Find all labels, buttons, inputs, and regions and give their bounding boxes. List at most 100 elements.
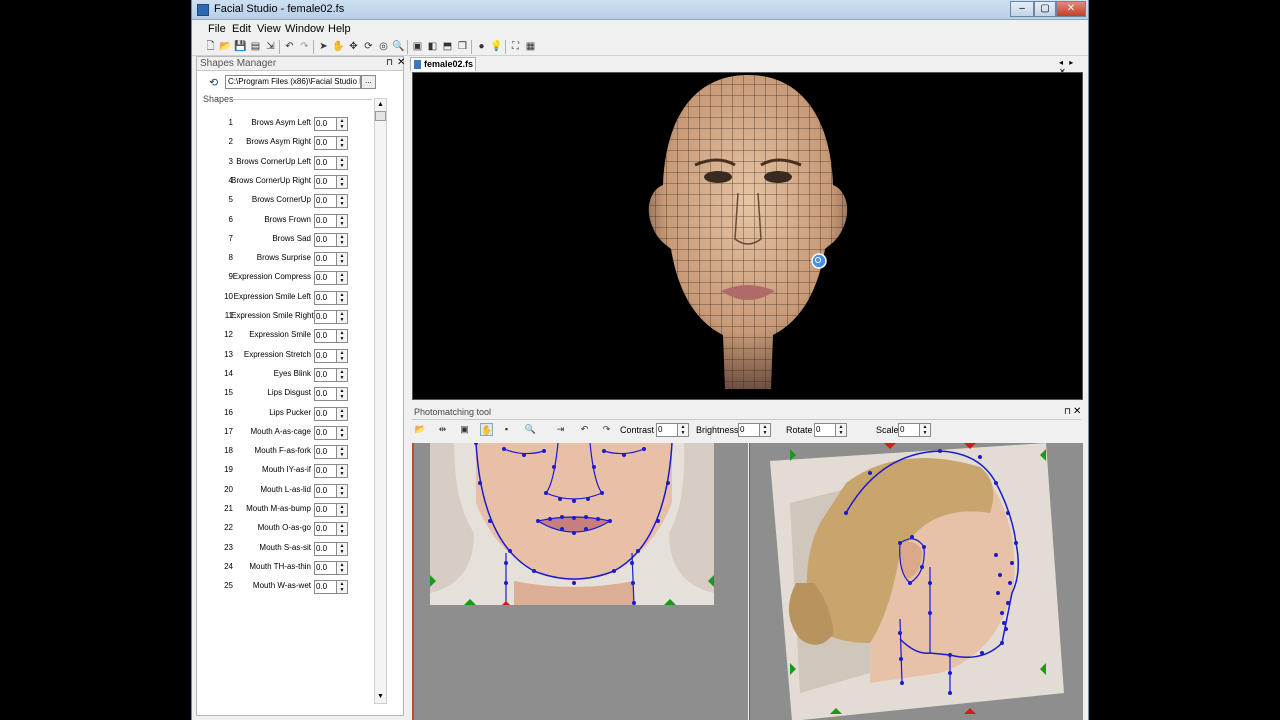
scale-input[interactable]: 0 — [898, 423, 920, 437]
rotate-input[interactable]: 0 — [814, 423, 836, 437]
import-icon[interactable]: ⇲ — [264, 40, 277, 53]
flip-icon[interactable]: ⇹ — [436, 423, 449, 436]
bulb-icon[interactable]: 💡 — [490, 40, 503, 53]
undo-icon[interactable]: ↶ — [283, 40, 296, 53]
shape-value-input[interactable]: 0.0 — [314, 174, 337, 189]
shape-value-stepper[interactable]: ▲ ▼ — [337, 213, 348, 228]
scroll-up-arrow[interactable]: ▲ — [375, 99, 386, 111]
shape-value-input[interactable]: 0.0 — [314, 483, 337, 498]
shape-value-input[interactable]: 0.0 — [314, 271, 337, 286]
close-icon[interactable]: ✕ — [1073, 406, 1081, 417]
camera-icon[interactable]: ⛶ — [509, 40, 522, 53]
shape-value-stepper[interactable]: ▲ ▼ — [337, 560, 348, 575]
shape-path-field[interactable]: C:\Program Files (x86)\Facial Studio Ez — [225, 75, 361, 89]
zoom-icon[interactable]: 🔍 — [524, 423, 537, 436]
shape-value-stepper[interactable]: ▲ ▼ — [337, 271, 348, 286]
cube-side-icon[interactable]: ◧ — [426, 40, 439, 53]
scroll-down-arrow[interactable]: ▼ — [375, 691, 386, 703]
shape-value-input[interactable]: 0.0 — [314, 522, 337, 537]
fit-icon[interactable]: ▣ — [458, 423, 471, 436]
shape-value-input[interactable]: 0.0 — [314, 117, 337, 131]
pin-icon[interactable]: ⊓ — [1064, 406, 1071, 417]
shape-value-input[interactable]: 0.0 — [314, 310, 337, 324]
shape-value-stepper[interactable]: ▲ ▼ — [337, 522, 348, 537]
scale-stepper[interactable]: ▲ ▼ — [920, 423, 931, 437]
shape-value-stepper[interactable]: ▲ ▼ — [337, 580, 348, 595]
minimize-button[interactable]: – — [1010, 1, 1034, 17]
menu-window[interactable]: Window — [285, 23, 324, 35]
brightness-input[interactable]: 0 — [738, 423, 760, 437]
pin-icon[interactable]: ⊓ — [386, 57, 393, 68]
move-icon[interactable]: ✥ — [347, 40, 360, 53]
shape-value-input[interactable]: 0.0 — [314, 406, 337, 421]
scroll-thumb[interactable] — [375, 111, 386, 121]
shape-value-stepper[interactable]: ▲ ▼ — [337, 136, 348, 151]
3d-viewport[interactable] — [412, 72, 1083, 400]
title-bar[interactable]: Facial Studio - female02.fs – ▢ ✕ — [192, 0, 1088, 20]
shape-value-input[interactable]: 0.0 — [314, 560, 337, 575]
cube-front-icon[interactable]: ▣ — [411, 40, 424, 53]
shape-value-stepper[interactable]: ▲ ▼ — [337, 464, 348, 479]
shape-value-stepper[interactable]: ▲ ▼ — [337, 406, 348, 421]
export-icon[interactable]: ⇥ — [554, 423, 567, 436]
shape-value-stepper[interactable]: ▲ ▼ — [337, 290, 348, 305]
save-icon[interactable]: 💾 — [234, 40, 247, 53]
menu-edit[interactable]: Edit — [232, 23, 251, 35]
rotate-stepper[interactable]: ▲ ▼ — [836, 423, 847, 437]
open-icon[interactable]: 📂 — [219, 40, 232, 53]
shape-value-input[interactable]: 0.0 — [314, 329, 337, 344]
redo-icon[interactable]: ↷ — [600, 423, 613, 436]
shape-value-stepper[interactable]: ▲ ▼ — [337, 117, 348, 131]
shape-value-stepper[interactable]: ▲ ▼ — [337, 425, 348, 440]
side-photo-view[interactable] — [749, 443, 1083, 720]
tab-female02[interactable]: female02.fs — [410, 57, 476, 71]
shape-value-stepper[interactable]: ▲ ▼ — [337, 445, 348, 460]
shape-value-stepper[interactable]: ▲ ▼ — [337, 155, 348, 170]
hand-icon[interactable]: ✋ — [480, 423, 493, 436]
shape-value-input[interactable]: 0.0 — [314, 348, 337, 363]
shape-value-stepper[interactable]: ▲ ▼ — [337, 310, 348, 324]
shape-value-stepper[interactable]: ▲ ▼ — [337, 232, 348, 247]
shape-value-stepper[interactable]: ▲ ▼ — [337, 174, 348, 189]
shape-value-stepper[interactable]: ▲ ▼ — [337, 194, 348, 209]
redo-icon[interactable]: ↷ — [298, 40, 311, 53]
shape-value-input[interactable]: 0.0 — [314, 387, 337, 402]
shape-value-input[interactable]: 0.0 — [314, 252, 337, 267]
front-photo-view[interactable] — [412, 443, 748, 720]
contrast-input[interactable]: 0 — [656, 423, 678, 437]
contrast-stepper[interactable]: ▲ ▼ — [678, 423, 689, 437]
close-icon[interactable]: ✕ — [397, 57, 405, 68]
menu-view[interactable]: View — [257, 23, 281, 35]
shape-value-input[interactable]: 0.0 — [314, 425, 337, 440]
shape-value-input[interactable]: 0.0 — [314, 464, 337, 479]
cube-persp-icon[interactable]: ❒ — [456, 40, 469, 53]
shape-value-input[interactable]: 0.0 — [314, 580, 337, 595]
select-icon[interactable]: ➤ — [317, 40, 330, 53]
render-icon[interactable]: ▦ — [524, 40, 537, 53]
shape-value-input[interactable]: 0.0 — [314, 367, 337, 382]
shape-value-stepper[interactable]: ▲ ▼ — [337, 541, 348, 556]
shape-value-input[interactable]: 0.0 — [314, 503, 337, 517]
shape-value-stepper[interactable]: ▲ ▼ — [337, 367, 348, 382]
shape-value-input[interactable]: 0.0 — [314, 136, 337, 151]
close-button[interactable]: ✕ — [1056, 1, 1086, 17]
save-icon[interactable]: ▪ — [500, 423, 513, 436]
zoom-icon[interactable]: 🔍 — [392, 40, 405, 53]
shape-value-stepper[interactable]: ▲ ▼ — [337, 387, 348, 402]
shape-value-input[interactable]: 0.0 — [314, 290, 337, 305]
shape-value-stepper[interactable]: ▲ ▼ — [337, 503, 348, 517]
shape-value-stepper[interactable]: ▲ ▼ — [337, 329, 348, 344]
brightness-stepper[interactable]: ▲ ▼ — [760, 423, 771, 437]
new-icon[interactable]: 🗋 — [204, 40, 217, 53]
save-all-icon[interactable]: ▤ — [249, 40, 262, 53]
maximize-button[interactable]: ▢ — [1034, 1, 1056, 17]
shape-value-stepper[interactable]: ▲ ▼ — [337, 252, 348, 267]
shape-value-input[interactable]: 0.0 — [314, 194, 337, 209]
zoom-cursor-icon[interactable] — [811, 253, 827, 269]
shape-value-input[interactable]: 0.0 — [314, 445, 337, 460]
undo-icon[interactable]: ↶ — [578, 423, 591, 436]
refresh-icon[interactable]: ⟲ — [209, 76, 218, 89]
sphere-icon[interactable]: ● — [475, 40, 488, 53]
shape-value-stepper[interactable]: ▲ ▼ — [337, 348, 348, 363]
shape-value-input[interactable]: 0.0 — [314, 155, 337, 170]
